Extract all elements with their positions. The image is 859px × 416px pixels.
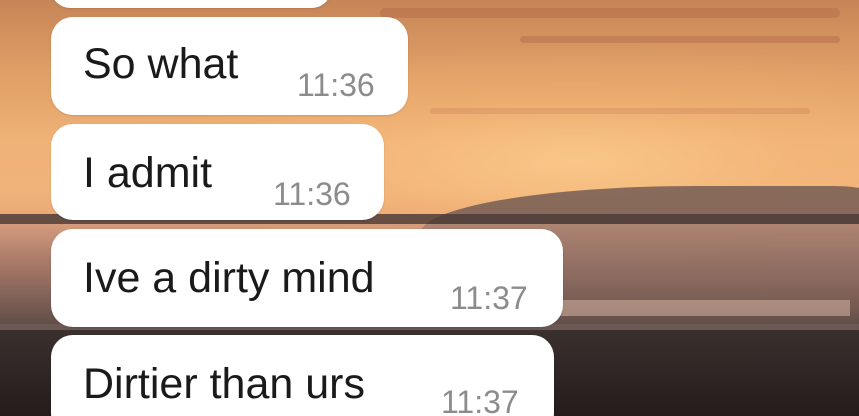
message-timestamp: 11:36 (297, 67, 375, 103)
message-text: Ive a dirty mind (83, 254, 375, 302)
chat-screen: So what 11:36 I admit 11:36 Ive a dirty … (0, 0, 859, 416)
message-timestamp: 11:37 (450, 280, 528, 316)
message-bubble[interactable]: Dirtier than urs 11:37 (51, 335, 554, 416)
message-text: I admit (83, 149, 213, 197)
message-bubble[interactable]: I admit 11:36 (51, 124, 384, 220)
message-bubble-partial[interactable] (51, 0, 331, 8)
message-bubble[interactable]: So what 11:36 (51, 17, 408, 115)
message-timestamp: 11:37 (441, 384, 519, 416)
message-text: So what (83, 40, 239, 88)
message-list[interactable]: So what 11:36 I admit 11:36 Ive a dirty … (0, 0, 859, 416)
message-bubble[interactable]: Ive a dirty mind 11:37 (51, 229, 563, 327)
message-timestamp: 11:36 (273, 176, 351, 212)
message-text: Dirtier than urs (83, 360, 365, 408)
